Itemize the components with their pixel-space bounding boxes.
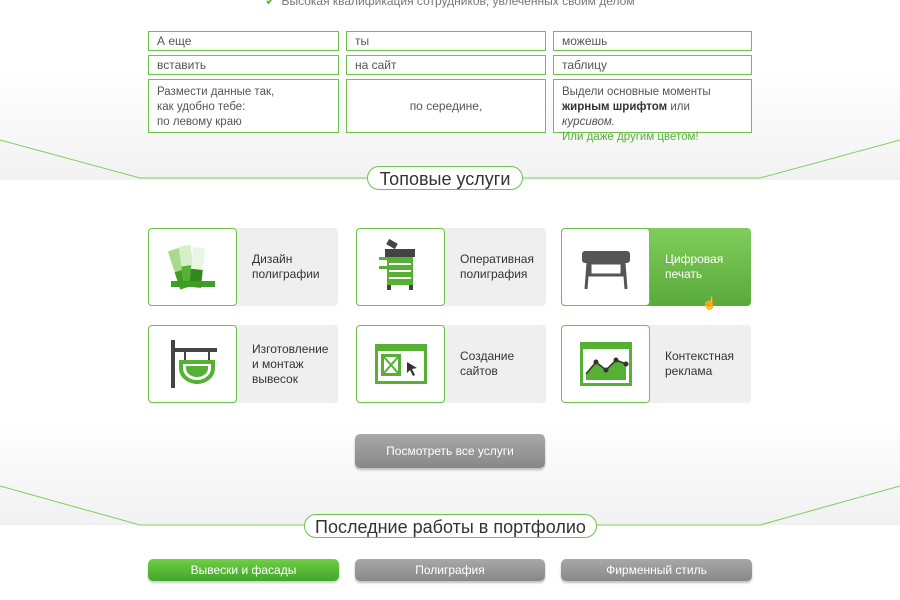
service-label-line-1: Контекстная — [665, 349, 735, 363]
service-card-print-design[interactable]: Дизайн полиграфии — [148, 228, 338, 306]
italic-text: курсивом. — [562, 116, 615, 128]
service-label-line-2: реклама — [665, 364, 713, 378]
grid-cell-center-aligned: по середине, — [346, 79, 546, 133]
hand-pointer-icon: ☝ — [702, 296, 717, 310]
service-label-line-1: Цифровая — [665, 252, 724, 266]
service-label: Изготовление и монтаж вывесок — [252, 325, 336, 403]
service-icon-box — [356, 325, 445, 403]
hanging-sign-icon — [170, 340, 217, 388]
service-label-line-2: полиграфии — [252, 267, 320, 281]
view-all-services-button[interactable]: Посмотреть все услуги — [355, 434, 545, 468]
portfolio-section-title: Последние работы в портфолио — [304, 514, 597, 538]
service-label: Цифровая печать — [665, 228, 749, 306]
portfolio-filter-printing[interactable]: Полиграфия — [355, 559, 545, 581]
service-label-line-3: вывесок — [252, 371, 298, 386]
service-icon-box — [356, 228, 445, 306]
service-card-quick-printing[interactable]: Оперативная полиграфия — [356, 228, 546, 306]
service-card-signage[interactable]: Изготовление и монтаж вывесок — [148, 325, 338, 403]
grid-left-line-3: по левому краю — [157, 116, 242, 128]
or-text: или — [667, 101, 690, 113]
service-icon-box — [561, 228, 650, 306]
service-label-line-2: сайтов — [460, 364, 498, 378]
service-label-line-1: Дизайн — [252, 252, 293, 266]
bold-text: жирным шрифтом — [562, 101, 668, 113]
service-label-line-1: Изготовление — [252, 341, 329, 356]
grid-cell-r1c2: ты — [346, 31, 546, 51]
grid-right-line-1: Выдели основные моменты — [562, 86, 711, 98]
service-label: Оперативная полиграфия — [460, 228, 544, 306]
top-feature-line: ✔ Высокая квалификация сотрудников, увлеч… — [0, 0, 900, 8]
service-icon-box — [561, 325, 650, 403]
portfolio-filter-brand-identity[interactable]: Фирменный стиль — [561, 559, 752, 581]
copier-icon — [378, 238, 415, 290]
grid-left-line-2: как удобно тебе: — [157, 101, 246, 113]
service-label-line-2: и монтаж — [252, 356, 304, 371]
grid-left-line-1: Размести данные так, — [157, 86, 275, 98]
service-card-websites[interactable]: Создание сайтов — [356, 325, 546, 403]
service-label-line-2: печать — [665, 267, 703, 281]
analytics-chart-icon — [579, 342, 632, 386]
service-card-context-ads[interactable]: Контекстная реклама — [561, 325, 751, 403]
website-window-icon — [374, 344, 427, 384]
grid-center-text: по середине, — [409, 99, 483, 113]
grid-cell-r2c1: вставить — [148, 55, 339, 75]
service-label-line-2: полиграфия — [460, 267, 528, 281]
service-label-line-1: Создание — [460, 349, 515, 363]
service-label: Контекстная реклама — [665, 325, 749, 403]
color-swatches-icon — [167, 245, 215, 290]
service-label: Создание сайтов — [460, 325, 544, 403]
grid-cell-r2c2: на сайт — [346, 55, 546, 75]
service-icon-box — [148, 325, 237, 403]
service-icon-box — [148, 228, 237, 306]
services-section-title: Топовые услуги — [367, 166, 523, 190]
grid-cell-formatted: Выдели основные моменты жирным шрифтом и… — [553, 79, 752, 143]
service-label: Дизайн полиграфии — [252, 228, 336, 306]
grid-cell-r1c3: можешь — [553, 31, 752, 51]
service-label-line-1: Оперативная — [460, 252, 534, 266]
grid-right-line-2: жирным шрифтом или курсивом. — [562, 100, 743, 130]
service-card-digital-printing[interactable]: Цифровая печать — [561, 228, 751, 306]
portfolio-filter-signage[interactable]: Вывески и фасады — [148, 559, 339, 581]
check-icon: ✔ — [265, 0, 276, 8]
grid-cell-r1c1: А еще — [148, 31, 339, 51]
grid-cell-left-aligned: Размести данные так, как удобно тебе: по… — [148, 79, 339, 133]
grid-cell-r2c3: таблицу — [553, 55, 752, 75]
plotter-printer-icon — [581, 251, 630, 290]
top-feature-text: Высокая квалификация сотрудников, увлече… — [281, 0, 635, 8]
